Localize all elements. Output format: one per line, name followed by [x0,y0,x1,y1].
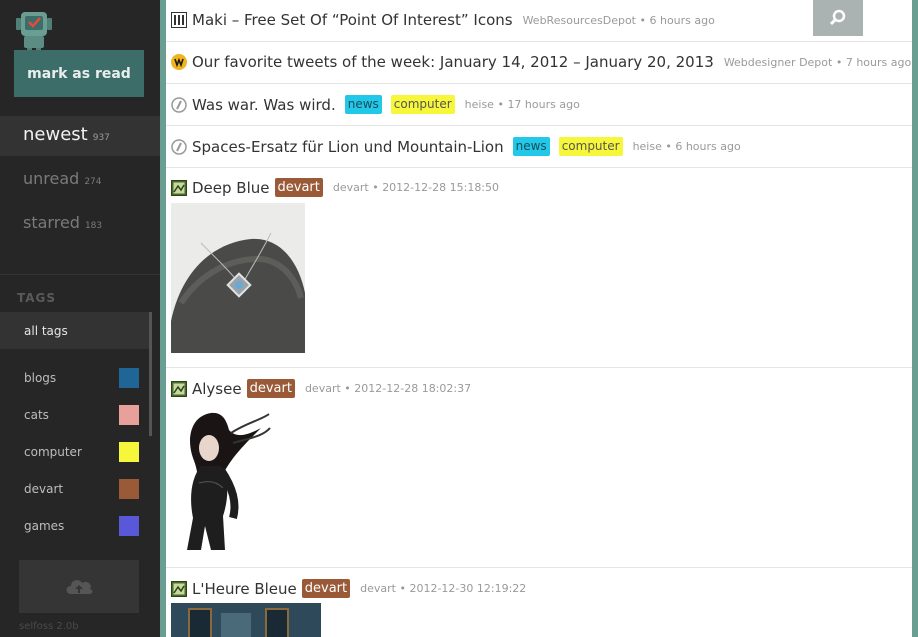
tags-heading: TAGS [17,291,57,305]
entry-title[interactable]: Maki – Free Set Of “Point Of Interest” I… [192,11,513,29]
entry-source: devart [332,181,369,194]
entry-time: 2012-12-28 15:18:50 [382,181,500,194]
filter-count: 274 [84,177,102,187]
entry-item[interactable]: Our favorite tweets of the week: January… [166,42,912,84]
mark-as-read-button[interactable]: mark as read [14,50,144,97]
blue-room-photo[interactable] [171,603,321,637]
entry-tag-computer[interactable]: computer [390,95,455,114]
entry-title[interactable]: Our favorite tweets of the week: January… [192,53,714,71]
tag-label: cats [24,408,49,422]
entry-tag-devart[interactable]: devart [301,579,351,598]
entry-item[interactable]: Deep Blue devart devart • 2012-12-28 15:… [166,168,912,368]
tag-computer[interactable]: computer [0,440,148,464]
cloud-upload-icon [66,579,93,594]
entry-title[interactable]: L'Heure Bleue [192,580,297,598]
tag-label: blogs [24,371,57,385]
heise-favicon [171,138,187,155]
filter-label: unread [23,169,80,188]
entry-title[interactable]: Spaces-Ersatz für Lion und Mountain-Lion [192,138,504,156]
entry-item[interactable]: Maki – Free Set Of “Point Of Interest” I… [166,0,912,42]
entry-title[interactable]: Was war. Was wird. [192,96,336,114]
tag-devart[interactable]: devart [0,477,148,501]
tag-label: devart [24,482,64,496]
entry-time: 7 hours ago [845,55,912,69]
tag-cats[interactable]: cats [0,403,148,427]
entry-source: WebResourcesDepot [522,13,636,27]
entry-source: devart [304,382,341,395]
sidebar-scrollbar[interactable] [149,312,152,436]
entry-meta: heise • 17 hours ago [464,98,580,111]
entry-meta: Webdesigner Depot • 7 hours ago [723,55,912,69]
entry-source: heise [632,140,662,153]
tag-blogs[interactable]: blogs [0,366,148,390]
entry-time: 6 hours ago [649,13,715,27]
tag-all-tags[interactable]: all tags [0,312,150,349]
deviantart-favicon [171,179,187,196]
entry-source: heise [464,98,494,111]
entry-tag-computer[interactable]: computer [558,137,623,156]
search-button[interactable] [813,0,863,36]
deviantart-favicon [171,580,187,597]
entry-item[interactable]: Spaces-Ersatz für Lion und Mountain-Lion… [166,126,912,168]
dark-haired-figure-illustration[interactable] [171,408,271,553]
search-icon [829,9,846,26]
content-right-border [912,0,918,637]
webresourcesdepot-favicon [171,12,187,28]
tag-color-swatch[interactable] [119,516,139,536]
sidebar-divider [0,274,160,275]
entry-meta: WebResourcesDepot • 6 hours ago [522,13,715,27]
entry-item[interactable]: Was war. Was wird. news computer heise •… [166,84,912,126]
entry-meta: devart • 2012-12-28 18:02:37 [304,382,472,395]
entry-time: 2012-12-28 18:02:37 [354,382,472,395]
tag-label: computer [24,445,82,459]
entry-item[interactable]: Alysee devart devart • 2012-12-28 18:02:… [166,368,912,568]
entry-title[interactable]: Deep Blue [192,179,270,197]
tag-color-swatch[interactable] [119,442,139,462]
entry-time: 2012-12-30 12:19:22 [409,582,527,595]
entry-item[interactable]: L'Heure Bleue devart devart • 2012-12-30… [166,568,912,637]
filter-newest[interactable]: newest 937 [0,116,160,156]
deviantart-favicon [171,380,187,397]
filter-label: starred [23,213,80,232]
entry-tag-devart[interactable]: devart [274,178,323,197]
tag-games[interactable]: games [0,514,148,538]
entry-time: 17 hours ago [507,98,580,111]
sidebar: mark as read newest 937 unread 274 starr… [0,0,160,637]
filter-count: 937 [92,133,110,143]
entry-source: devart [360,582,396,595]
filter-label: newest [23,124,88,145]
entry-list: Maki – Free Set Of “Point Of Interest” I… [166,0,912,637]
filter-count: 183 [84,221,103,231]
webdesigner-depot-favicon [171,54,187,70]
upload-button[interactable] [19,560,139,613]
filter-starred[interactable]: starred 183 [0,205,160,245]
entry-tag-news[interactable]: news [344,95,382,114]
tag-color-swatch[interactable] [119,479,139,499]
entry-meta: devart • 2012-12-28 15:18:50 [332,181,500,194]
version-label: selfoss 2.0b [19,621,79,632]
tag-color-swatch[interactable] [119,368,139,388]
heise-favicon [171,96,187,113]
tag-color-swatch[interactable] [119,405,139,425]
entry-tag-devart[interactable]: devart [246,379,295,398]
pendant-on-rock-photo[interactable] [171,203,305,353]
entry-tag-news[interactable]: news [512,137,550,156]
robot-logo-icon [16,10,52,52]
entry-meta: devart • 2012-12-30 12:19:22 [360,582,527,595]
entry-source: Webdesigner Depot [723,55,833,69]
entry-title[interactable]: Alysee [192,380,242,398]
entry-meta: heise • 6 hours ago [632,140,741,153]
entry-time: 6 hours ago [675,140,741,153]
filter-unread[interactable]: unread 274 [0,161,160,201]
tag-label: games [24,519,65,533]
